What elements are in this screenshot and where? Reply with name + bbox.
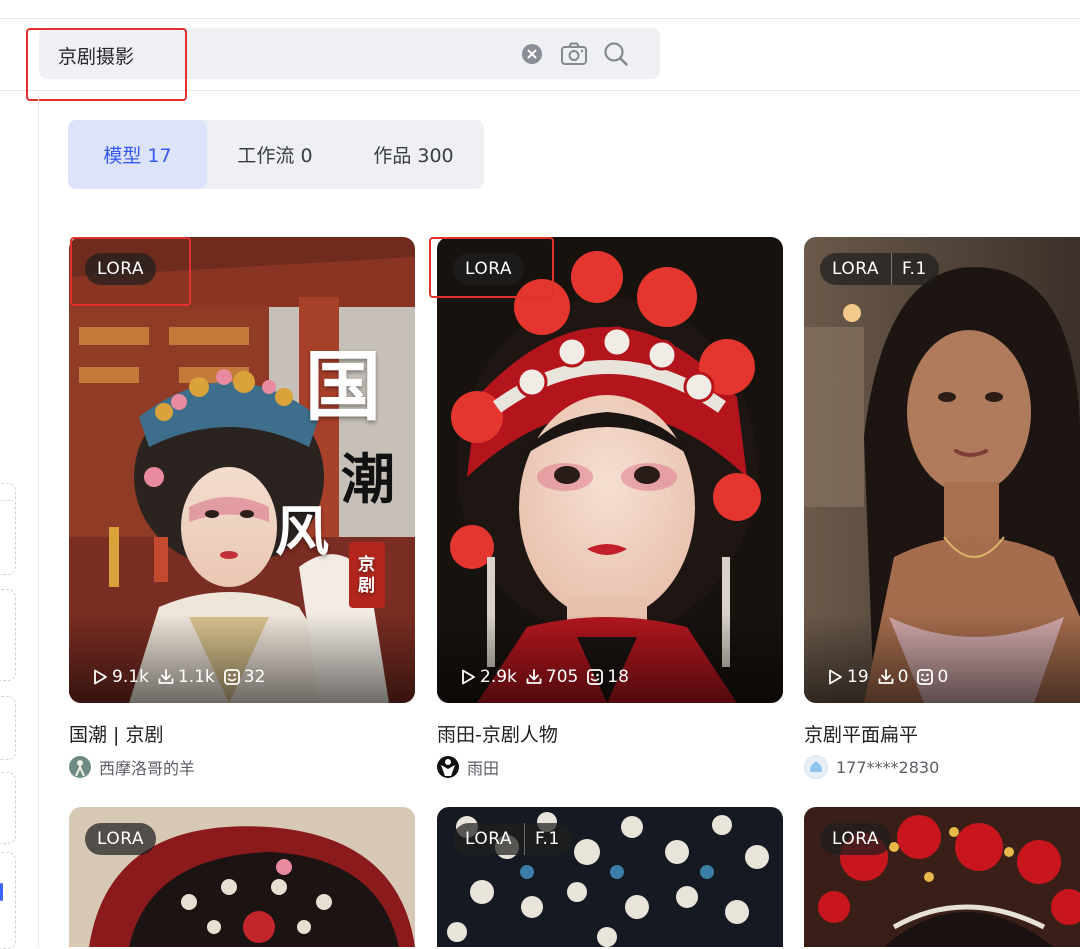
card-gradient [437, 613, 783, 703]
run-count: 19 [847, 667, 869, 687]
search-icon[interactable] [602, 40, 630, 68]
works-count: 0 [937, 667, 949, 687]
download-icon [158, 669, 174, 684]
model-type-badge: LORA [85, 253, 156, 285]
download-icon [526, 669, 542, 684]
tab-workflows[interactable]: 工作流 0 [207, 120, 343, 189]
model-card[interactable]: LORA [804, 807, 1080, 947]
poster-char: 风 [275, 499, 329, 563]
sidebar-item[interactable] [0, 483, 16, 575]
camera-icon[interactable] [560, 40, 588, 68]
run-icon [462, 669, 475, 685]
download-count: 1.1k [177, 667, 215, 687]
search-header: 京剧摄影 [0, 19, 1080, 91]
tab-works[interactable]: 作品 300 [343, 120, 484, 189]
badge-label: LORA [832, 829, 879, 849]
author-name: 177****2830 [836, 757, 940, 777]
run-icon [94, 669, 107, 685]
card-stats: 2.9k 705 18 [459, 667, 629, 687]
result-tabs: 模型 17 工作流 0 作品 300 [68, 120, 484, 189]
badge-label: LORA [97, 829, 144, 849]
works-icon [587, 669, 604, 685]
sidebar-active-indicator [0, 883, 3, 901]
search-input[interactable]: 京剧摄影 [58, 42, 134, 69]
model-type-badge: LORA [453, 253, 524, 285]
card-author[interactable]: 雨田 [437, 755, 499, 779]
model-type-badge: LORA F.1 [820, 253, 939, 285]
badge-base-model: F.1 [891, 253, 939, 285]
search-box[interactable]: 京剧摄影 [39, 28, 660, 79]
works-icon [223, 669, 240, 685]
poster-char: 国 [305, 342, 381, 431]
badge-label: LORA [465, 829, 512, 849]
model-card[interactable]: LORA 2.9k 705 18 [437, 237, 783, 703]
badge-label: LORA [832, 259, 879, 279]
badge-label: LORA [465, 259, 512, 279]
model-card[interactable]: LORA F.1 19 0 0 [804, 237, 1080, 703]
download-icon [878, 669, 894, 684]
card-title[interactable]: 国潮 | 京剧 [69, 720, 163, 747]
top-bar [0, 0, 1080, 19]
clear-icon[interactable] [518, 40, 546, 68]
author-name: 西摩洛哥的羊 [99, 759, 196, 778]
sidebar-item[interactable] [0, 589, 16, 681]
card-author[interactable]: 177****2830 [804, 755, 939, 779]
works-count: 32 [243, 667, 266, 687]
card-gradient [804, 613, 1080, 703]
tab-models[interactable]: 模型 17 [68, 120, 207, 189]
poster-seal: 京剧 [358, 555, 375, 596]
card-title[interactable]: 京剧平面扁平 [804, 720, 918, 747]
card-title[interactable]: 雨田-京剧人物 [437, 720, 558, 747]
avatar [804, 755, 828, 779]
card-author[interactable]: 西摩洛哥的羊 [69, 755, 195, 779]
run-icon [829, 669, 842, 685]
model-type-badge: LORA F.1 [453, 823, 572, 855]
model-type-badge: LORA [85, 823, 156, 855]
badge-label: LORA [97, 259, 144, 279]
download-count: 705 [545, 667, 579, 687]
card-gradient [69, 613, 415, 703]
model-card[interactable]: LORA F.1 [437, 807, 783, 947]
model-type-badge: LORA [820, 823, 891, 855]
works-count: 18 [607, 667, 629, 687]
works-icon [917, 669, 934, 685]
run-count: 2.9k [480, 667, 517, 687]
search-actions [518, 40, 630, 68]
left-sidebar [0, 90, 39, 949]
model-card[interactable]: LORA [69, 807, 415, 947]
card-stats: 9.1k 1.1k 32 [91, 667, 265, 687]
model-card[interactable]: 国 潮 风 京剧 LORA 9.1k 1.1k 32 [69, 237, 415, 703]
poster-char: 潮 [341, 447, 395, 511]
badge-base-model: F.1 [524, 823, 572, 855]
sidebar-item[interactable] [0, 696, 16, 760]
avatar [437, 756, 459, 778]
download-count: 0 [897, 667, 909, 687]
card-stats: 19 0 0 [826, 667, 948, 687]
author-name: 雨田 [467, 759, 500, 778]
avatar [69, 756, 91, 778]
sidebar-item[interactable] [0, 772, 16, 844]
run-count: 9.1k [112, 667, 149, 687]
